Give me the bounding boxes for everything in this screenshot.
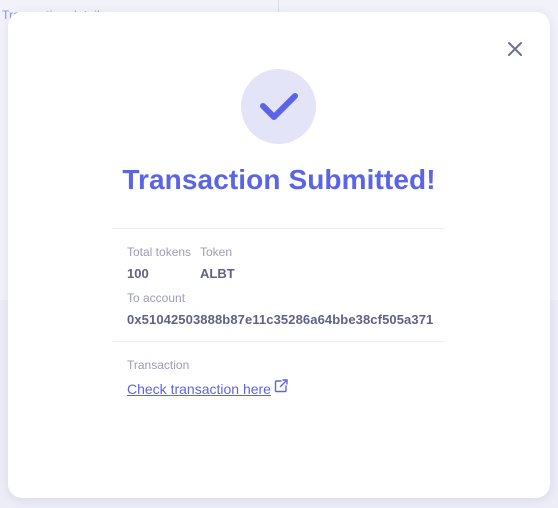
to-account-label: To account (127, 291, 186, 305)
transaction-label: Transaction (127, 358, 190, 372)
token-value: ALBT (200, 266, 235, 281)
close-icon (508, 42, 522, 56)
transaction-modal: Transaction Submitted! Total tokens Toke… (8, 12, 550, 498)
total-tokens-label: Total tokens (127, 245, 192, 259)
check-transaction-link[interactable]: Check transaction here (127, 378, 289, 397)
external-link-icon (273, 378, 289, 397)
total-tokens-value: 100 (127, 266, 149, 281)
divider-bottom (113, 341, 445, 342)
to-account-value: 0x51042503888b87e11c35286a64bbe38cf505a3… (127, 312, 434, 327)
token-label: Token (200, 245, 233, 259)
success-badge (241, 69, 316, 144)
checkmark-icon (260, 93, 298, 120)
close-button[interactable] (506, 40, 524, 58)
modal-title: Transaction Submitted! (122, 164, 436, 195)
check-transaction-link-text: Check transaction here (127, 381, 271, 397)
divider-top (113, 228, 445, 229)
